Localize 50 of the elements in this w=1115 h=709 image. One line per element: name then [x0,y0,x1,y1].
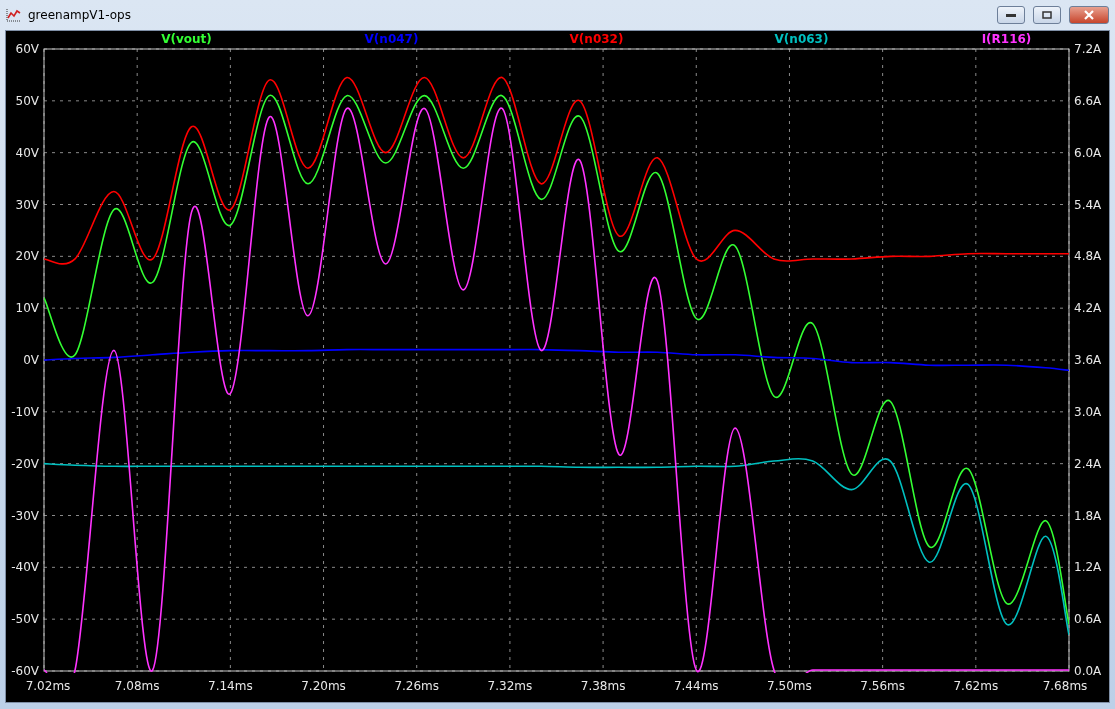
current-axis-label: 3.0A [1074,404,1102,419]
voltage-axis-label: -40V [11,560,39,575]
minimize-button[interactable] [997,6,1025,24]
voltage-axis-label: 0V [23,353,39,367]
trace-legend-label[interactable]: V(n063) [774,32,829,46]
trace-legend-label[interactable]: I(R116) [981,32,1032,46]
trace-legend-label[interactable]: V(vout) [161,32,212,46]
voltage-axis-label: -60V [11,664,39,678]
time-axis-label: 7.08ms [114,679,160,693]
current-axis-label: 5.4A [1074,197,1102,212]
current-axis-label: 2.4A [1074,456,1102,471]
close-icon [1084,10,1094,20]
waveform-icon [6,8,22,22]
current-axis-label: 4.8A [1074,249,1102,264]
current-axis-label: 6.0A [1074,145,1102,160]
current-axis-label: 4.2A [1074,301,1102,316]
time-axis-label: 7.32ms [487,679,533,693]
current-axis-label: 1.2A [1074,560,1102,575]
time-axis-label: 7.02ms [25,679,71,693]
voltage-axis-label: 40V [15,145,39,160]
window-title: greenampV1-ops [28,8,132,22]
minimize-icon [1006,13,1016,17]
time-axis-label: 7.14ms [208,679,253,693]
voltage-axis-label: -50V [11,612,39,627]
close-button[interactable] [1069,6,1109,24]
voltage-axis-label: 10V [15,301,39,316]
trace-legend-label[interactable]: V(n032) [569,32,624,46]
time-axis-label: 7.26ms [394,679,440,693]
current-axis-label: 7.2A [1074,42,1102,56]
voltage-axis-label: -30V [11,508,39,523]
time-axis-label: 7.68ms [1042,679,1088,693]
time-axis-label: 7.44ms [673,679,719,693]
current-axis-label: 0.6A [1074,612,1102,627]
voltage-axis-label: -10V [11,404,39,419]
current-axis-label: 3.6A [1074,353,1102,367]
time-axis-label: 7.56ms [860,679,905,693]
maximize-icon [1042,11,1052,19]
current-axis-label: 6.6A [1074,93,1102,108]
voltage-axis-label: -20V [11,456,39,471]
voltage-axis-label: 60V [15,42,39,56]
current-axis-label: 0.0A [1074,664,1102,678]
time-axis-label: 7.50ms [767,679,812,693]
maximize-button[interactable] [1033,6,1061,24]
voltage-axis-label: 20V [15,249,39,264]
time-axis-label: 7.62ms [953,679,999,693]
time-axis-label: 7.20ms [301,679,346,693]
voltage-axis-label: 50V [15,93,39,108]
voltage-axis-label: 30V [15,197,39,212]
current-axis-label: 1.8A [1074,508,1102,523]
time-axis-label: 7.38ms [580,679,626,693]
